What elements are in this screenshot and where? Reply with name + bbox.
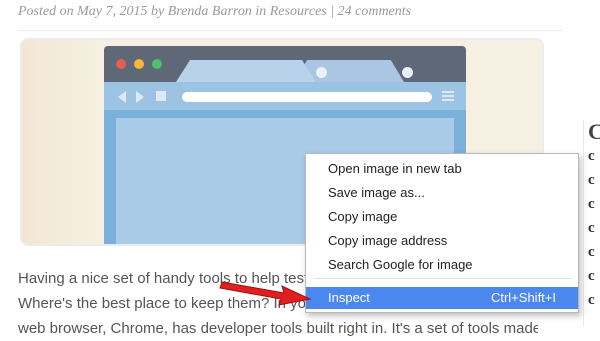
- menu-item-copy-image-address[interactable]: Copy image address: [306, 230, 578, 252]
- inspect-label: Inspect: [328, 290, 370, 305]
- menu-item-save-image[interactable]: Save image as...: [306, 182, 578, 204]
- sidebar-letter: c: [588, 172, 595, 188]
- tab-dot-icon: [402, 67, 413, 78]
- inspect-shortcut: Ctrl+Shift+I: [490, 290, 556, 305]
- meta-divider: [18, 30, 563, 31]
- menu-item-open-image[interactable]: Open image in new tab: [306, 158, 578, 180]
- comments-link[interactable]: 24 comments: [338, 4, 412, 19]
- minimize-dot-icon: [134, 59, 144, 69]
- posted-on-label: Posted on: [18, 4, 74, 19]
- menu-icon: [442, 91, 454, 101]
- maximize-dot-icon: [152, 59, 162, 69]
- address-bar: [182, 92, 432, 102]
- meta-separator: |: [330, 4, 335, 19]
- menu-item-search-google[interactable]: Search Google for image: [306, 254, 578, 276]
- sidebar-letter: c: [588, 148, 595, 164]
- sidebar-letter: c: [588, 196, 595, 212]
- red-arrow-icon: [219, 281, 312, 306]
- menu-item-copy-image[interactable]: Copy image: [306, 206, 578, 228]
- author-link[interactable]: Brenda Barron: [168, 4, 252, 19]
- sidebar-letter: c: [588, 292, 595, 308]
- category-link[interactable]: Resources: [270, 4, 327, 19]
- browser-titlebar: [104, 46, 466, 82]
- in-label: in: [255, 4, 267, 19]
- forward-arrow-icon: [136, 91, 144, 103]
- stop-icon: [156, 91, 166, 101]
- sidebar-letter: c: [588, 244, 595, 260]
- context-menu: Open image in new tab Save image as... C…: [305, 153, 579, 313]
- menu-item-inspect[interactable]: Inspect Ctrl+Shift+I: [306, 287, 578, 309]
- sidebar-heading-letter: C: [588, 119, 600, 144]
- post-date: May 7, 2015: [77, 4, 148, 19]
- by-label: by: [151, 4, 165, 19]
- tab-dot-icon: [316, 67, 327, 78]
- back-arrow-icon: [118, 91, 126, 103]
- post-meta: Posted on May 7, 2015 by Brenda Barron i…: [18, 4, 488, 20]
- close-dot-icon: [116, 59, 126, 69]
- sidebar-letter: c: [588, 268, 595, 284]
- browser-tab-active: [176, 60, 316, 82]
- sidebar-fragment: C c c c c c c c: [583, 120, 600, 326]
- article-line: web browser, Chrome, has developer tools…: [18, 320, 538, 337]
- browser-toolbar: [104, 82, 466, 110]
- sidebar-letter: c: [588, 220, 595, 236]
- menu-separator: [314, 278, 572, 279]
